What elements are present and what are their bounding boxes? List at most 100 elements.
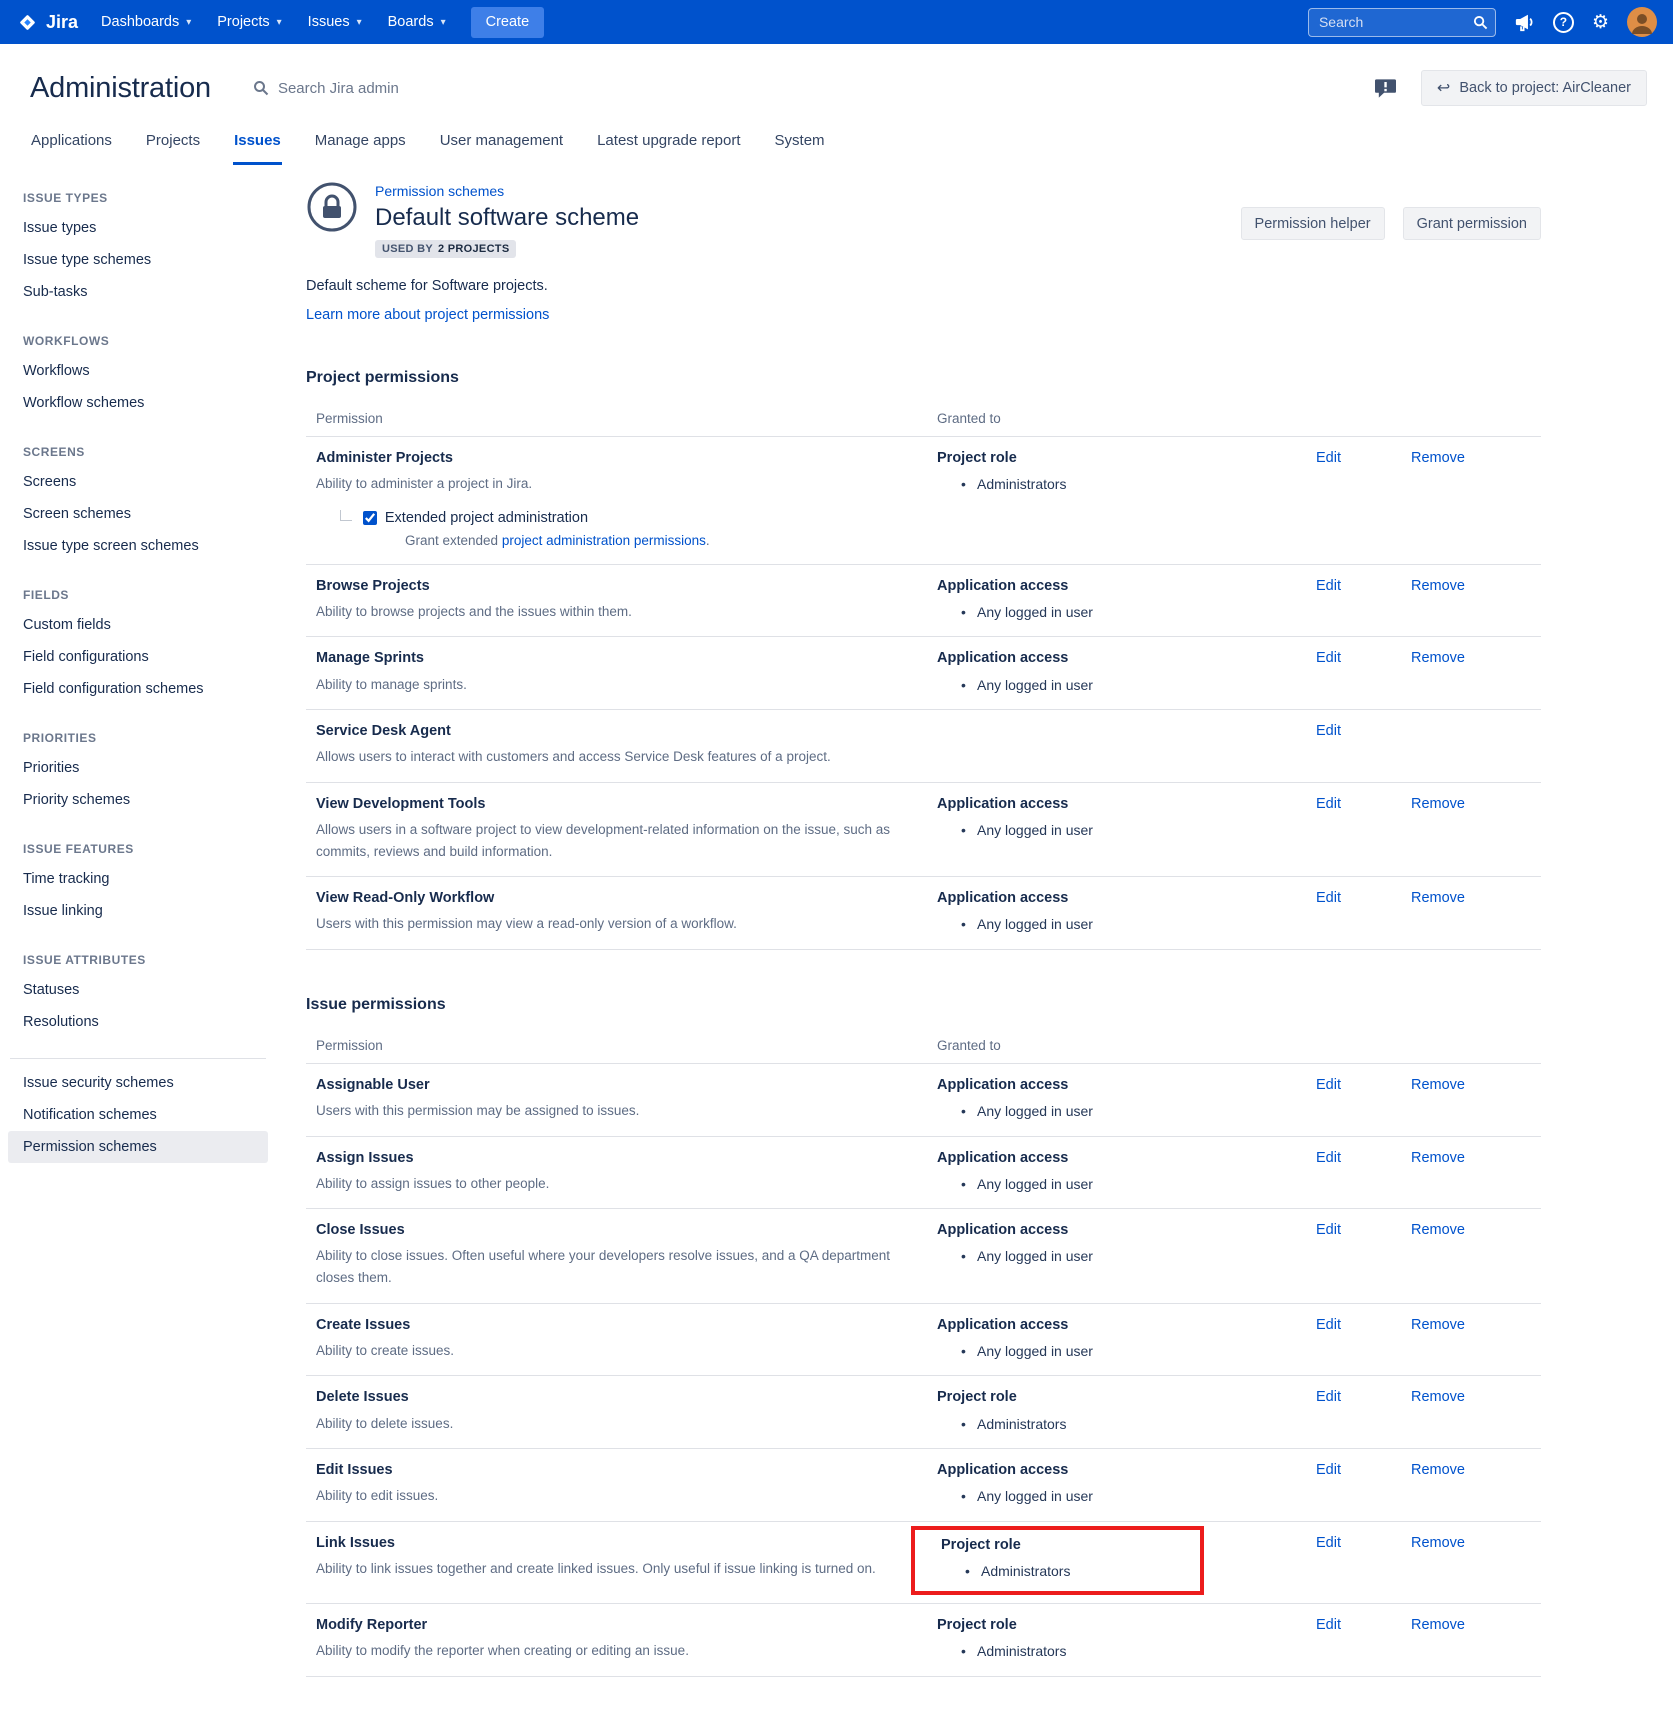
- extended-admin-checkbox[interactable]: [363, 511, 377, 525]
- project-admin-permissions-link[interactable]: project administration permissions: [502, 533, 706, 548]
- help-icon[interactable]: ?: [1553, 12, 1574, 33]
- edit-link[interactable]: Edit: [1316, 1461, 1341, 1478]
- sidebar-heading-issue-types: Issue types: [8, 181, 268, 212]
- tab-issues[interactable]: Issues: [233, 128, 282, 165]
- edit-link[interactable]: Edit: [1316, 889, 1341, 906]
- sidebar-heading-fields: Fields: [8, 562, 268, 609]
- edit-link[interactable]: Edit: [1316, 649, 1341, 666]
- sidebar-item-issue-types[interactable]: Issue types: [8, 212, 268, 244]
- edit-link[interactable]: Edit: [1316, 449, 1341, 466]
- sidebar-item-statuses[interactable]: Statuses: [8, 974, 268, 1006]
- edit-link[interactable]: Edit: [1316, 1316, 1341, 1333]
- back-to-project-button[interactable]: ↩ Back to project: AirCleaner: [1421, 70, 1647, 106]
- sidebar-item-workflow-schemes[interactable]: Workflow schemes: [8, 387, 268, 419]
- remove-link[interactable]: Remove: [1411, 889, 1465, 906]
- edit-link[interactable]: Edit: [1316, 722, 1341, 739]
- permission-description: Ability to edit issues.: [316, 1485, 916, 1507]
- edit-link[interactable]: Edit: [1316, 1149, 1341, 1166]
- jira-logo-icon: [16, 11, 39, 34]
- sidebar-item-screen-schemes[interactable]: Screen schemes: [8, 498, 268, 530]
- sidebar-item-field-configurations[interactable]: Field configurations: [8, 641, 268, 673]
- edit-link[interactable]: Edit: [1316, 1076, 1341, 1093]
- nav-item-issues[interactable]: Issues▾: [295, 14, 375, 30]
- permission-description: Users with this permission may view a re…: [316, 913, 916, 935]
- remove-link[interactable]: Remove: [1411, 577, 1465, 594]
- announcements-icon[interactable]: [1514, 13, 1535, 32]
- table-header: Permission Granted to: [306, 401, 1541, 437]
- admin-search[interactable]: Search Jira admin: [253, 80, 399, 97]
- settings-gear-icon[interactable]: ⚙: [1592, 13, 1609, 32]
- jira-logo[interactable]: Jira: [16, 11, 78, 34]
- nav-item-boards[interactable]: Boards▾: [375, 14, 459, 30]
- sidebar-item-issue-linking[interactable]: Issue linking: [8, 895, 268, 927]
- edit-link[interactable]: Edit: [1316, 795, 1341, 812]
- permission-row-link-issues: Link Issues Ability to link issues toget…: [306, 1522, 1541, 1604]
- edit-cell: Edit: [1316, 449, 1411, 466]
- permission-description: Ability to modify the reporter when crea…: [316, 1640, 916, 1662]
- user-avatar[interactable]: [1627, 7, 1657, 37]
- tab-applications[interactable]: Applications: [30, 128, 113, 165]
- sidebar-divider: [10, 1058, 266, 1059]
- remove-link[interactable]: Remove: [1411, 1534, 1465, 1551]
- sidebar-item-resolutions[interactable]: Resolutions: [8, 1006, 268, 1038]
- tab-projects[interactable]: Projects: [145, 128, 201, 165]
- remove-link[interactable]: Remove: [1411, 1616, 1465, 1633]
- breadcrumb-permission-schemes[interactable]: Permission schemes: [375, 183, 504, 199]
- remove-link[interactable]: Remove: [1411, 1149, 1465, 1166]
- used-by-badge[interactable]: USED BY2 PROJECTS: [375, 240, 516, 258]
- global-search-input[interactable]: [1308, 8, 1496, 37]
- extended-admin-option: Extended project administration Grant ex…: [340, 510, 937, 548]
- edit-cell: Edit: [1316, 1534, 1411, 1551]
- sidebar-item-notification-schemes[interactable]: Notification schemes: [8, 1099, 268, 1131]
- remove-link[interactable]: Remove: [1411, 1076, 1465, 1093]
- permission-name: View Development Tools: [316, 795, 937, 813]
- remove-link[interactable]: Remove: [1411, 1388, 1465, 1405]
- granted-box: Application access Any logged in user: [937, 1461, 1093, 1504]
- tab-user-management[interactable]: User management: [439, 128, 564, 165]
- sidebar-item-issue-type-schemes[interactable]: Issue type schemes: [8, 244, 268, 276]
- remove-link[interactable]: Remove: [1411, 449, 1465, 466]
- remove-link[interactable]: Remove: [1411, 1316, 1465, 1333]
- remove-link[interactable]: Remove: [1411, 795, 1465, 812]
- sidebar-item-permission-schemes[interactable]: Permission schemes: [8, 1131, 268, 1163]
- sidebar-item-field-configuration-schemes[interactable]: Field configuration schemes: [8, 673, 268, 705]
- granted-cell: Project role Administrators: [937, 1534, 1316, 1589]
- sidebar-item-priority-schemes[interactable]: Priority schemes: [8, 784, 268, 816]
- search-icon[interactable]: [1473, 15, 1488, 33]
- edit-link[interactable]: Edit: [1316, 1534, 1341, 1551]
- tab-latest-upgrade-report[interactable]: Latest upgrade report: [596, 128, 741, 165]
- tab-manage-apps[interactable]: Manage apps: [314, 128, 407, 165]
- tab-system[interactable]: System: [774, 128, 826, 165]
- hint-suffix: .: [706, 533, 710, 548]
- grant-permission-button[interactable]: Grant permission: [1403, 207, 1541, 240]
- feedback-icon[interactable]: [1374, 78, 1397, 99]
- edit-cell: Edit: [1316, 577, 1411, 594]
- remove-cell: Remove: [1411, 1616, 1531, 1633]
- sidebar-item-custom-fields[interactable]: Custom fields: [8, 609, 268, 641]
- remove-link[interactable]: Remove: [1411, 649, 1465, 666]
- edit-link[interactable]: Edit: [1316, 577, 1341, 594]
- nav-item-dashboards[interactable]: Dashboards▾: [88, 14, 204, 30]
- sidebar-item-issue-type-screen-schemes[interactable]: Issue type screen schemes: [8, 530, 268, 562]
- edit-link[interactable]: Edit: [1316, 1616, 1341, 1633]
- sidebar-item-screens[interactable]: Screens: [8, 466, 268, 498]
- permission-helper-button[interactable]: Permission helper: [1241, 207, 1385, 240]
- sidebar-item-issue-security-schemes[interactable]: Issue security schemes: [8, 1067, 268, 1099]
- edit-link[interactable]: Edit: [1316, 1388, 1341, 1405]
- col-granted: Granted to: [937, 411, 1316, 426]
- remove-link[interactable]: Remove: [1411, 1221, 1465, 1238]
- hint-prefix: Grant extended: [405, 533, 502, 548]
- learn-more-link[interactable]: Learn more about project permissions: [306, 307, 549, 323]
- edit-link[interactable]: Edit: [1316, 1221, 1341, 1238]
- sidebar-item-sub-tasks[interactable]: Sub-tasks: [8, 276, 268, 308]
- remove-link[interactable]: Remove: [1411, 1461, 1465, 1478]
- sidebar-item-time-tracking[interactable]: Time tracking: [8, 863, 268, 895]
- create-button[interactable]: Create: [471, 7, 545, 38]
- nav-item-projects[interactable]: Projects▾: [204, 14, 294, 30]
- sidebar-item-workflows[interactable]: Workflows: [8, 355, 268, 387]
- granted-cell: Application access Any logged in user: [937, 795, 1316, 838]
- sidebar-item-priorities[interactable]: Priorities: [8, 752, 268, 784]
- chevron-down-icon: ▾: [441, 17, 446, 28]
- permission-name: Browse Projects: [316, 577, 937, 595]
- granted-box: Application access Any logged in user: [937, 1316, 1093, 1359]
